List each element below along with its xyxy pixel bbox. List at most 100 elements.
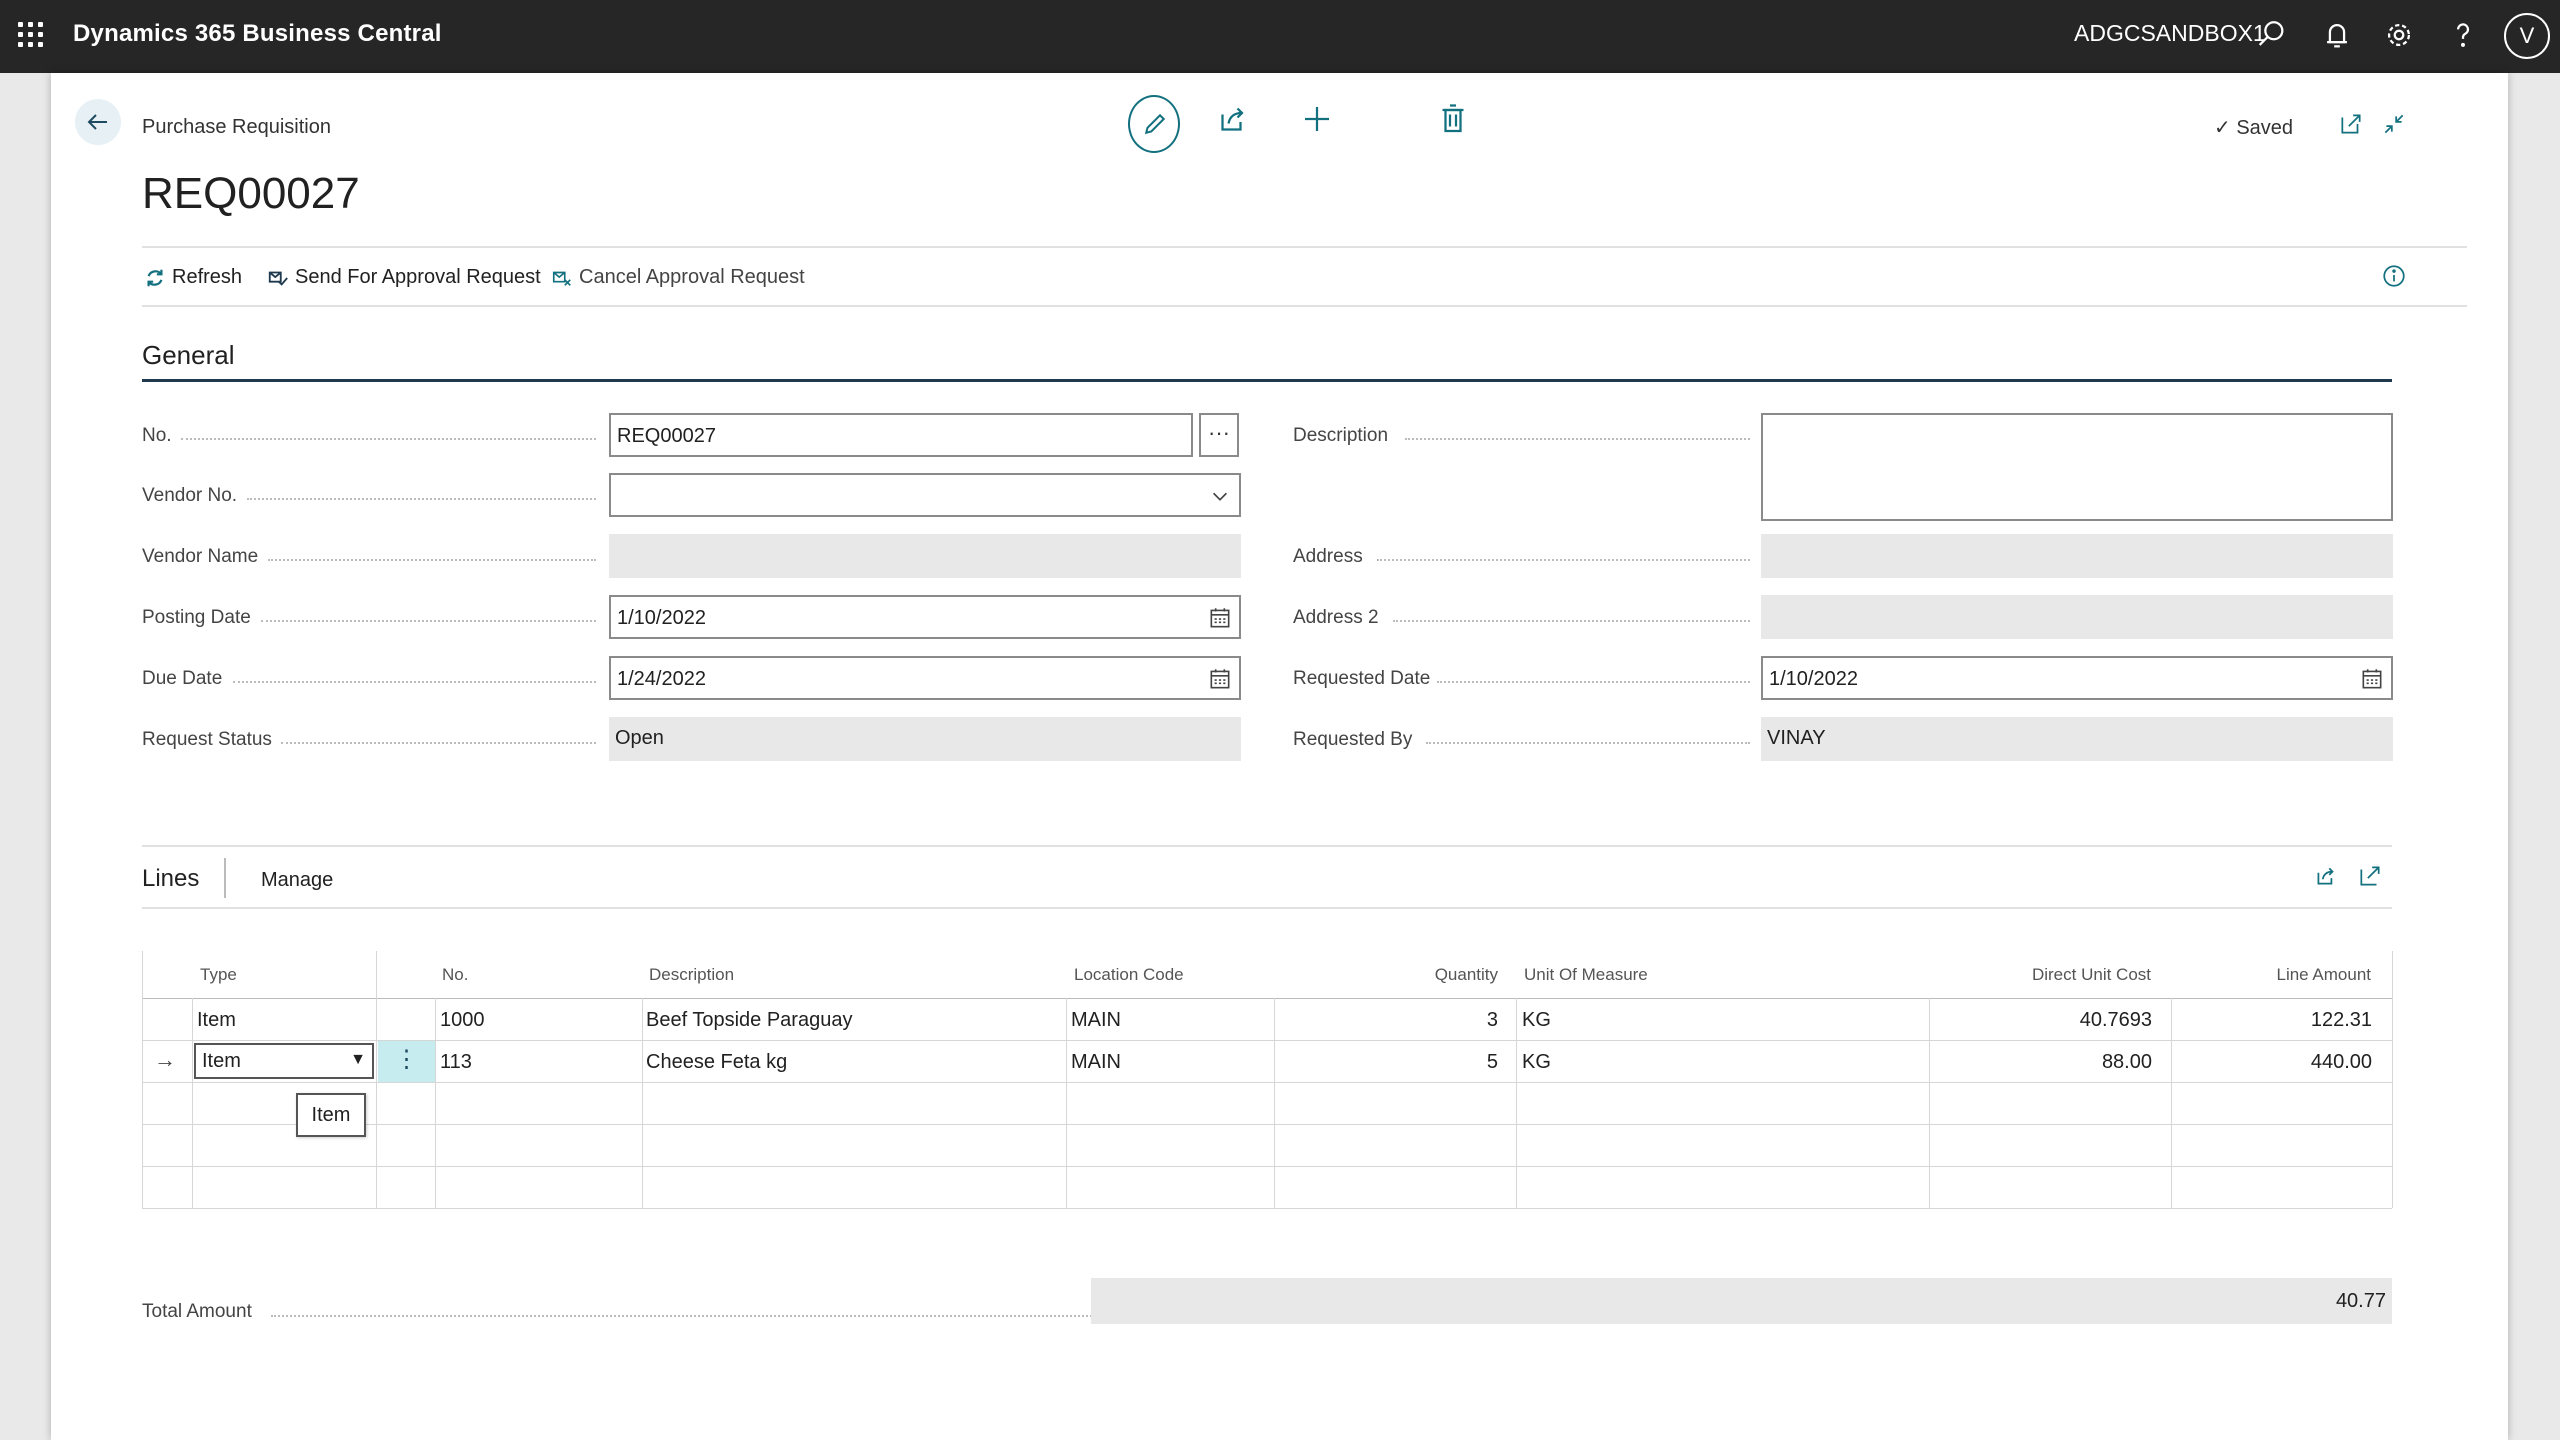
leader-dots — [1426, 742, 1750, 744]
tab-separator — [224, 858, 226, 898]
due-date-label: Due Date — [142, 668, 223, 689]
posting-date-label: Posting Date — [142, 607, 251, 628]
row-quantity[interactable]: 5 — [1282, 1051, 1498, 1074]
manage-tab[interactable]: Manage — [261, 869, 333, 892]
grid-line — [142, 1166, 2392, 1167]
type-tooltip: Item — [296, 1093, 366, 1137]
check-icon: ✓ — [2214, 117, 2231, 139]
due-date-field[interactable]: 1/24/2022 — [609, 656, 1241, 700]
edit-button[interactable] — [1128, 95, 1180, 153]
row-line-amount[interactable]: 440.00 — [2172, 1051, 2372, 1074]
row-no[interactable]: 1000 — [440, 1009, 485, 1032]
pencil-icon — [1144, 113, 1166, 135]
app-name[interactable]: Dynamics 365 Business Central — [73, 20, 442, 48]
app-launcher-icon[interactable] — [18, 22, 44, 48]
row-no[interactable]: 113 — [440, 1051, 472, 1074]
calendar-icon[interactable] — [1207, 666, 1233, 692]
chevron-down-icon — [1212, 492, 1228, 501]
calendar-icon[interactable] — [1207, 605, 1233, 631]
description-field[interactable] — [1761, 413, 2393, 521]
collapse-icon — [2384, 114, 2404, 134]
grid-line — [142, 1082, 2392, 1083]
address-label: Address — [1293, 546, 1363, 567]
expand-icon — [2360, 866, 2380, 886]
row-type-select[interactable]: Item ▼ — [194, 1043, 374, 1079]
help-icon[interactable] — [2446, 18, 2480, 52]
user-avatar[interactable]: V — [2504, 13, 2550, 59]
description-label: Description — [1293, 425, 1389, 446]
row-menu-button[interactable]: ⋮ — [378, 1041, 435, 1082]
cancel-approval-button[interactable]: Cancel Approval Request — [551, 266, 805, 289]
send-approval-button[interactable]: Send For Approval Request — [267, 266, 541, 289]
no-field[interactable]: REQ00027 — [609, 413, 1193, 457]
share-button[interactable] — [1215, 101, 1251, 137]
search-icon[interactable] — [2254, 18, 2288, 52]
leader-dots — [281, 742, 596, 744]
company-name[interactable]: ADGCSANDBOX1 — [2074, 20, 2266, 47]
divider — [142, 305, 2467, 307]
row-description[interactable]: Cheese Feta kg — [646, 1051, 787, 1074]
collapse-button[interactable] — [2381, 111, 2407, 137]
grid-line — [142, 1124, 2392, 1125]
row-location[interactable]: MAIN — [1071, 1009, 1121, 1032]
col-type[interactable]: Type — [200, 965, 237, 985]
refresh-button[interactable]: Refresh — [144, 266, 242, 289]
grid-line — [2392, 951, 2393, 1208]
gear-icon[interactable] — [2382, 18, 2416, 52]
lines-tab[interactable]: Lines — [142, 865, 199, 893]
col-quantity[interactable]: Quantity — [1313, 965, 1498, 985]
table-row[interactable]: → Item ▼ ⋮ 113 Cheese Feta kg MAIN 5 KG … — [142, 1041, 2392, 1082]
delete-button[interactable] — [1435, 101, 1471, 137]
info-button[interactable] — [2381, 263, 2407, 289]
no-label: No. — [142, 425, 172, 446]
row-uom[interactable]: KG — [1522, 1051, 1551, 1074]
leader-dots — [268, 559, 596, 561]
col-uom[interactable]: Unit Of Measure — [1524, 965, 1648, 985]
row-quantity[interactable]: 3 — [1282, 1009, 1498, 1032]
request-status-label: Request Status — [142, 729, 272, 750]
cancel-approval-icon — [552, 271, 571, 286]
requested-by-label: Requested By — [1293, 729, 1413, 750]
leader-dots — [181, 438, 596, 440]
col-unit-cost[interactable]: Direct Unit Cost — [1931, 965, 2151, 985]
row-line-amount[interactable]: 122.31 — [2172, 1009, 2372, 1032]
row-description[interactable]: Beef Topside Paraguay — [646, 1009, 852, 1032]
table-row[interactable]: Item 1000 Beef Topside Paraguay MAIN 3 K… — [142, 999, 2392, 1040]
vendor-name-field — [609, 534, 1241, 578]
leader-dots — [247, 498, 596, 500]
lines-share-button[interactable] — [2313, 863, 2339, 889]
address2-label: Address 2 — [1293, 607, 1379, 628]
refresh-icon — [147, 269, 163, 286]
row-unit-cost[interactable]: 40.7693 — [1932, 1009, 2152, 1032]
general-section-rule — [142, 379, 2392, 382]
leader-dots — [233, 681, 596, 683]
lines-expand-button[interactable] — [2357, 863, 2383, 889]
leader-dots — [1393, 620, 1750, 622]
saved-status: ✓ Saved — [2214, 117, 2294, 139]
row-uom[interactable]: KG — [1522, 1009, 1551, 1032]
row-unit-cost[interactable]: 88.00 — [1932, 1051, 2152, 1074]
col-location[interactable]: Location Code — [1074, 965, 1184, 985]
back-button[interactable] — [75, 99, 121, 145]
general-section-title[interactable]: General — [142, 340, 235, 371]
vendor-no-select[interactable] — [609, 473, 1241, 517]
col-line-amount[interactable]: Line Amount — [2171, 965, 2371, 985]
trash-icon — [1442, 104, 1464, 133]
col-no[interactable]: No. — [442, 965, 468, 985]
leader-dots — [1437, 681, 1750, 683]
send-approval-icon — [268, 271, 288, 286]
open-new-window-button[interactable] — [2338, 111, 2364, 137]
new-button[interactable] — [1299, 101, 1335, 137]
bell-icon[interactable] — [2320, 18, 2354, 52]
leader-dots — [1405, 438, 1750, 440]
no-lookup-button[interactable]: ··· — [1199, 413, 1239, 457]
row-type[interactable]: Item — [197, 1009, 236, 1032]
posting-date-field[interactable]: 1/10/2022 — [609, 595, 1241, 639]
request-status-field: Open — [609, 717, 1241, 761]
calendar-icon[interactable] — [2359, 666, 2385, 692]
row-location[interactable]: MAIN — [1071, 1051, 1121, 1074]
plus-icon — [1305, 107, 1329, 131]
requested-date-field[interactable]: 1/10/2022 — [1761, 656, 2393, 700]
col-description[interactable]: Description — [649, 965, 734, 985]
current-row-arrow-icon: → — [154, 1047, 176, 1072]
